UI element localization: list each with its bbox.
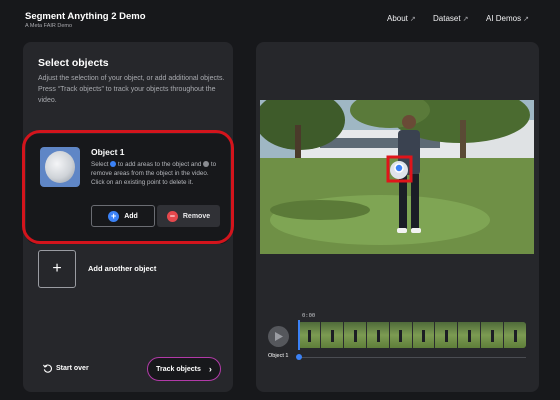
nav-link-label: AI Demos	[486, 14, 522, 23]
panel-title: Select objects	[38, 57, 109, 69]
track-objects-button[interactable]: Track objects ›	[147, 357, 221, 381]
restart-icon	[43, 364, 52, 373]
filmstrip-frame	[389, 322, 413, 348]
add-another-object-label[interactable]: Add another object	[88, 264, 156, 273]
nav-link-label: Dataset	[433, 14, 461, 23]
add-button[interactable]: + Add	[91, 205, 155, 227]
filmstrip-frame	[481, 322, 505, 348]
filmstrip-frame	[458, 322, 482, 348]
video-scene-image	[260, 100, 534, 254]
filmstrip-frame	[412, 322, 436, 348]
panel-description: Adjust the selection of your object, or …	[38, 75, 225, 104]
remove-button[interactable]: − Remove	[157, 205, 220, 227]
filmstrip-frame	[320, 322, 344, 348]
nav-link-label: About	[387, 14, 408, 23]
remove-point-icon	[203, 161, 210, 167]
start-over-button[interactable]: Start over	[43, 364, 89, 373]
instruction-text: Select	[91, 161, 109, 168]
app-title: Segment Anything 2 Demo	[25, 11, 146, 22]
add-button-label: Add	[124, 212, 138, 220]
play-icon	[274, 332, 283, 341]
nav-link-ai-demos[interactable]: AI Demos ↗	[486, 14, 529, 23]
plus-icon: +	[52, 260, 62, 277]
object-thumbnail	[40, 147, 80, 187]
start-over-label: Start over	[56, 365, 89, 372]
add-another-object-button[interactable]: +	[38, 250, 76, 288]
current-time: 0:00	[302, 313, 316, 319]
filmstrip-frame	[435, 322, 459, 348]
filmstrip-frame	[366, 322, 390, 348]
video-frame[interactable]	[260, 100, 534, 254]
minus-circle-icon: −	[166, 210, 178, 222]
chevron-right-icon: ›	[208, 364, 212, 374]
external-arrow-icon: ↗	[523, 15, 529, 23]
timeline-playhead[interactable]	[298, 320, 300, 350]
object-track-label: Object 1	[268, 353, 289, 359]
object-thumbnail-image	[45, 151, 75, 183]
filmstrip-frame	[298, 322, 321, 348]
remove-button-label: Remove	[182, 212, 211, 220]
app-subtitle: A Meta FAIR Demo	[25, 23, 73, 29]
select-objects-panel: Select objects Adjust the selection of y…	[23, 42, 233, 392]
external-arrow-icon: ↗	[462, 15, 469, 23]
track-objects-label: Track objects	[156, 365, 201, 373]
nav-link-about[interactable]: About ↗	[387, 14, 416, 23]
plus-circle-icon: +	[108, 210, 120, 222]
play-button[interactable]	[268, 326, 289, 347]
object-instructions: Select to add areas to the object and to…	[91, 160, 221, 188]
external-arrow-icon: ↗	[409, 15, 416, 23]
object-track-marker[interactable]	[296, 354, 302, 360]
object-title: Object 1	[91, 147, 125, 157]
add-point-icon	[110, 161, 117, 167]
timeline-filmstrip[interactable]	[298, 322, 526, 348]
filmstrip-frame	[343, 322, 367, 348]
nav-link-dataset[interactable]: Dataset ↗	[433, 14, 468, 23]
object-card[interactable]: Object 1 Select to add areas to the obje…	[26, 134, 230, 244]
filmstrip-frame	[504, 322, 526, 348]
object-track-line	[299, 357, 526, 358]
instruction-text: to add areas to the object and	[118, 161, 202, 168]
